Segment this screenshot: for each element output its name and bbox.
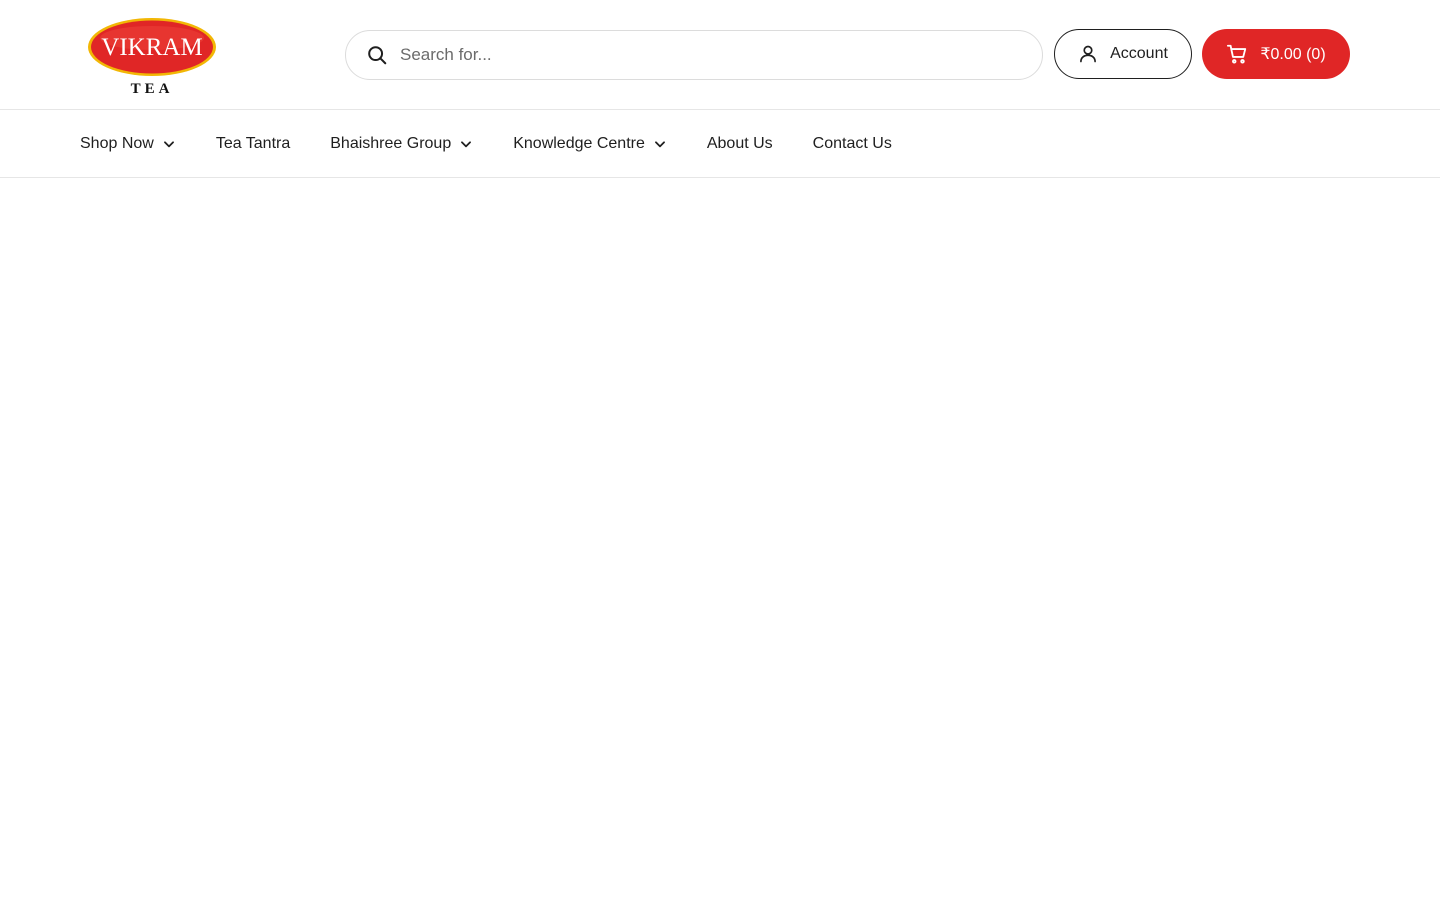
user-icon	[1078, 44, 1098, 64]
account-button[interactable]: Account	[1054, 29, 1192, 79]
main-content	[0, 178, 1440, 900]
main-nav: Shop Now Tea Tantra Bhaishree Group Know…	[0, 110, 1440, 178]
site-header: VIKRAM TEA Account ₹	[0, 0, 1440, 110]
nav-item-label: Tea Tantra	[215, 134, 291, 152]
nav-item-tea-tantra[interactable]: Tea Tantra	[216, 135, 290, 153]
nav-item-label: About Us	[706, 134, 773, 152]
nav-item-bhaishree-group[interactable]: Bhaishree Group	[330, 135, 473, 153]
nav-item-knowledge-centre[interactable]: Knowledge Centre	[513, 135, 667, 153]
chevron-down-icon	[459, 137, 473, 151]
search-bar[interactable]	[345, 30, 1043, 80]
logo-mark: VIKRAM TEA	[88, 18, 216, 97]
chevron-down-icon	[162, 137, 176, 151]
cart-button[interactable]: ₹0.00 (0)	[1202, 29, 1350, 79]
nav-item-contact-us[interactable]: Contact Us	[813, 135, 892, 153]
brand-logo[interactable]: VIKRAM TEA	[86, 16, 218, 98]
chevron-down-icon	[653, 137, 667, 151]
nav-item-label: Contact Us	[812, 134, 892, 152]
search-icon[interactable]	[366, 44, 388, 66]
cart-total: ₹0.00 (0)	[1260, 46, 1326, 63]
nav-item-shop-now[interactable]: Shop Now	[80, 135, 176, 153]
logo-subtext: TEA	[131, 81, 174, 97]
account-label: Account	[1110, 45, 1168, 62]
cart-icon	[1226, 43, 1248, 65]
nav-item-label: Bhaishree Group	[330, 134, 452, 152]
search-input[interactable]	[400, 31, 1042, 79]
logo-wordmark: VIKRAM	[101, 34, 202, 61]
nav-item-label: Knowledge Centre	[513, 134, 645, 152]
nav-item-about-us[interactable]: About Us	[707, 135, 773, 153]
nav-item-label: Shop Now	[80, 134, 154, 152]
